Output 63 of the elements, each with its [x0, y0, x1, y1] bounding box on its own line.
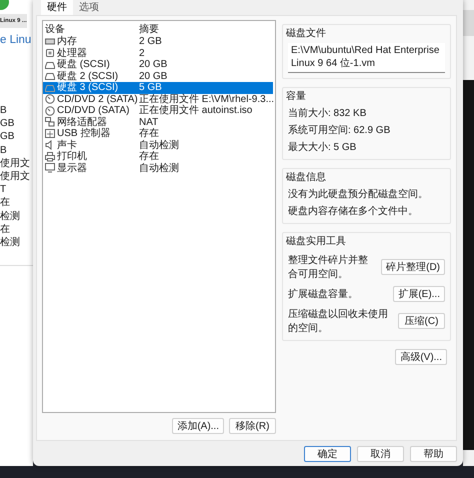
dialog-button[interactable]: 帮助 — [410, 446, 457, 462]
summary-text: T — [0, 183, 6, 196]
drive-icon — [45, 82, 55, 93]
usb-icon — [45, 128, 55, 139]
capacity-text: 当前大小: 832 KB — [288, 106, 368, 120]
summary-text: 检测 — [0, 236, 20, 250]
summary-text: GB — [0, 130, 14, 144]
summary-text: 检测 — [0, 210, 20, 223]
info-text: 硬盘内容存储在多个文件中。 — [288, 204, 419, 218]
list-button[interactable]: 添加(A)... — [172, 418, 224, 434]
device-row[interactable]: 打印机 存在 — [43, 151, 273, 162]
utility-text: 扩展磁盘容量。 — [288, 288, 359, 301]
device-row[interactable]: 硬盘 2 (SCSI) 20 GB — [43, 70, 273, 82]
tab[interactable]: 选项 — [73, 0, 105, 15]
utility-button[interactable]: 扩展(E)... — [393, 286, 445, 302]
summary-text: B — [0, 144, 7, 157]
capacity-text: 最大大小: 5 GB — [288, 140, 358, 154]
group-title: 磁盘文件 — [286, 26, 327, 40]
monitor-icon — [45, 163, 55, 174]
file-path-field[interactable]: E:\VM\ubuntu\Red Hat Enterprise Linux 9 64 位-1.vm — [288, 43, 445, 73]
info-text: 没有为此硬盘预分配磁盘空间。 — [288, 188, 429, 201]
app-icon — [0, 0, 10, 10]
device-row[interactable]: CD/DVD 2 (SATA)正在使用文件 E:\VM\rhel-9.3... — [43, 94, 273, 105]
summary-text: 在 — [0, 196, 10, 210]
dialog-button[interactable]: 确定 — [304, 446, 351, 462]
device-row[interactable]: CD/DVD (SATA) 正在使用文件 autoinst.iso — [43, 105, 273, 116]
summary-text: 使用文 — [0, 170, 30, 184]
vm-title: e Linu — [0, 34, 32, 46]
drive-icon — [45, 60, 55, 70]
list-button[interactable]: 移除(R) — [229, 418, 276, 434]
group-title: 容量 — [286, 90, 307, 103]
utility-button[interactable]: 压缩(C) — [398, 313, 445, 329]
tab[interactable]: 硬件 — [41, 0, 73, 15]
drive-icon — [45, 71, 55, 82]
summary-text: 使用文 — [0, 156, 30, 170]
capacity-text: 系统可用空间: 62.9 GB — [288, 124, 392, 137]
disc-icon — [45, 94, 55, 104]
advanced-button[interactable]: 高级(V)... — [395, 349, 447, 365]
utility-button[interactable]: 碎片整理(D) — [381, 259, 445, 275]
dialog-button[interactable]: 取消 — [357, 446, 404, 462]
printer-icon — [45, 152, 55, 162]
device-row[interactable]: 处理器 2 — [43, 48, 273, 59]
summary-text: B — [0, 104, 7, 118]
device-row[interactable]: 显示器 自动检测 — [43, 162, 273, 174]
disc-icon — [45, 106, 55, 116]
device-row[interactable]: 网络适配器 NAT — [43, 116, 273, 128]
device-row[interactable]: USB 控制器 存在 — [43, 128, 273, 140]
utility-text: 压缩磁盘以回收未使用的空间。 — [288, 308, 389, 335]
device-row[interactable]: 硬盘 (SCSI) 20 GB — [43, 59, 273, 70]
device-row[interactable]: 内存 2 GB — [43, 36, 273, 48]
summary-text: GB — [0, 117, 14, 130]
chip-icon — [45, 48, 55, 58]
device-row[interactable]: 声卡 自动检测 — [43, 140, 273, 151]
window-header — [463, 10, 474, 36]
column-header: 摘要 — [139, 23, 160, 36]
utility-text: 整理文件碎片并整合可用空间。 — [288, 254, 369, 281]
summary-text: 在 — [0, 222, 10, 236]
group-title: 磁盘实用工具 — [286, 234, 347, 248]
memory-icon — [45, 36, 55, 47]
device-row[interactable]: 硬盘 3 (SCSI) 5 GB — [43, 82, 273, 94]
network-icon — [45, 117, 55, 128]
column-header: 设备 — [45, 23, 66, 36]
group-title: 磁盘信息 — [286, 170, 327, 184]
